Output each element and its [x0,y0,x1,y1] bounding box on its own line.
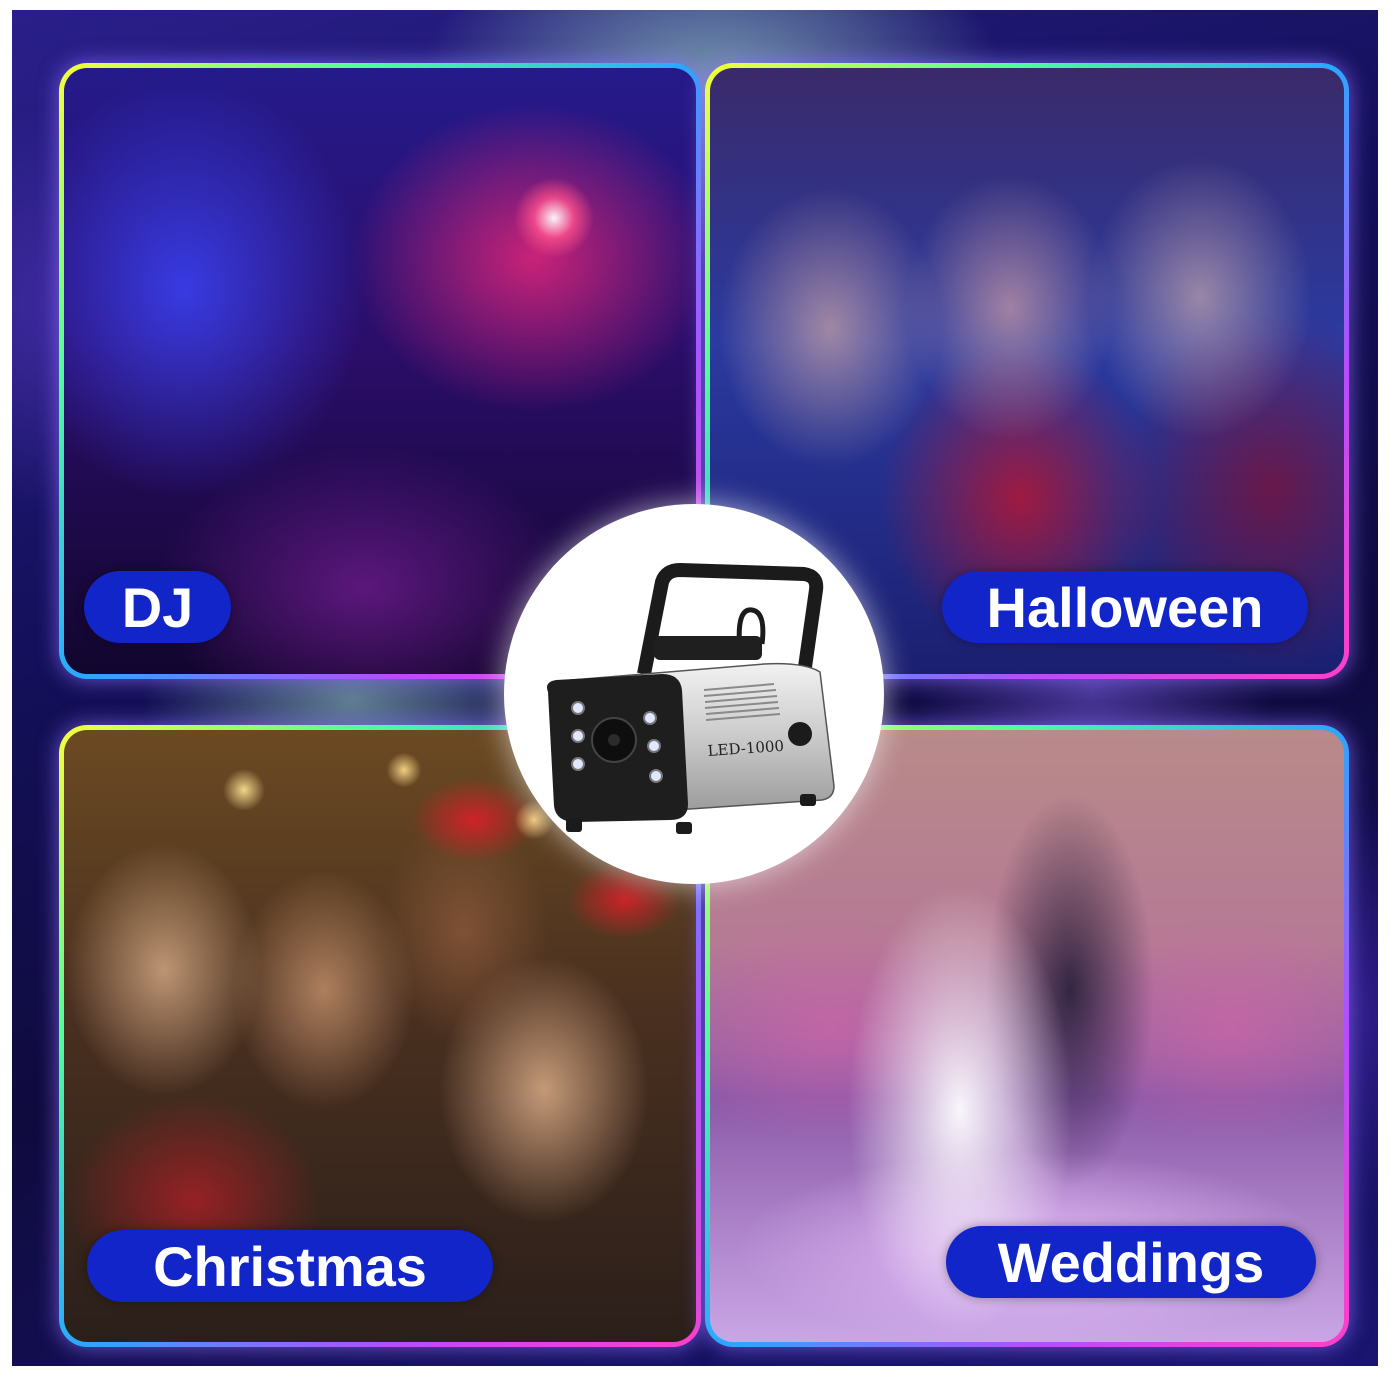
collage-background: DJ Halloween Christmas Weddings LED-1000 [12,10,1378,1366]
weddings-label: Weddings [946,1226,1316,1298]
halloween-label: Halloween [942,571,1308,643]
christmas-label: Christmas [87,1230,493,1302]
product-badge: LED-1000 [504,504,884,884]
fog-machine-icon: LED-1000 [547,563,835,834]
dj-label: DJ [84,571,231,643]
